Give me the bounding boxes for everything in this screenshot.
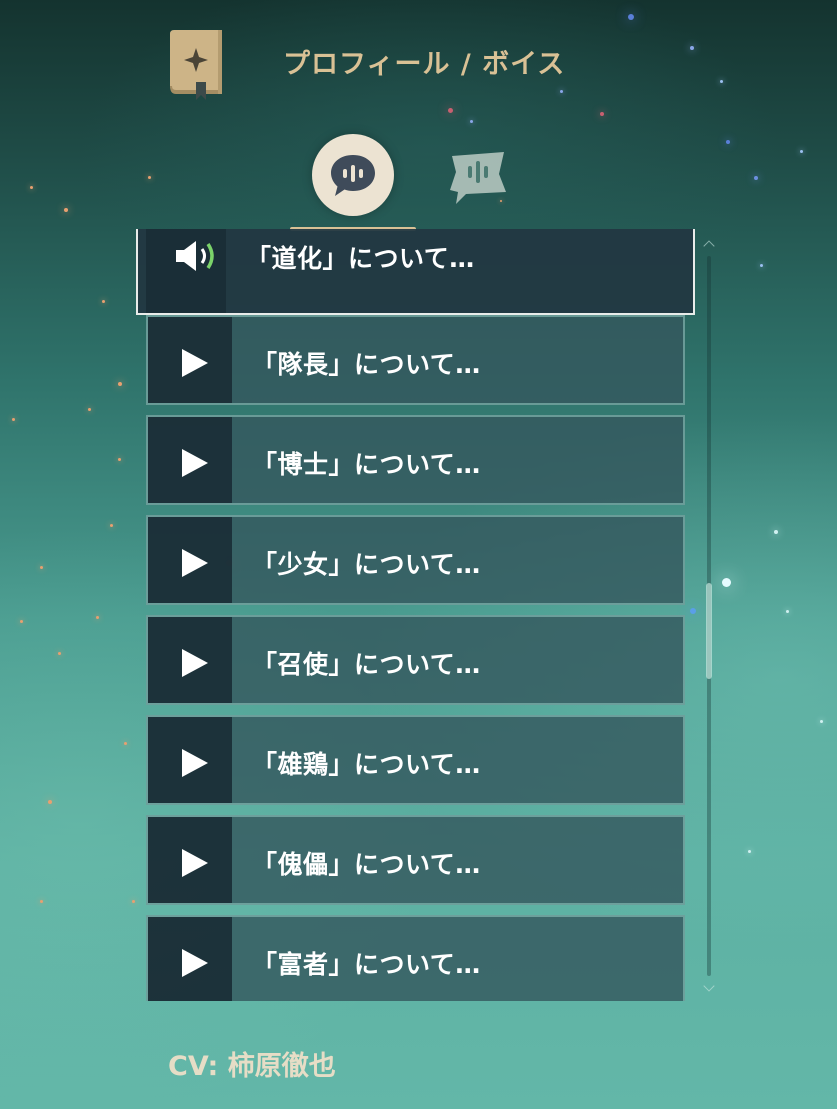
sparkle-dot	[132, 900, 135, 903]
sparkle-dot	[722, 578, 731, 587]
tab-story[interactable]	[446, 144, 512, 210]
sparkle-dot	[88, 408, 91, 411]
sparkle-dot	[690, 46, 694, 50]
voice-item-icon-box	[148, 317, 232, 403]
voice-item-label: 「隊長」について…	[252, 350, 481, 379]
sparkle-dot	[720, 80, 723, 83]
voice-item-fusha[interactable]: 「富者」について…	[146, 915, 685, 1001]
sparkle-dot	[600, 112, 604, 116]
speech-tag-waveform-icon	[446, 144, 512, 210]
sparkle-dot	[448, 108, 453, 113]
voice-item-meshitsukai[interactable]: 「召使」について…	[146, 615, 685, 705]
voice-item-icon-box	[148, 617, 232, 703]
voice-tabs	[290, 134, 530, 232]
voice-list: 「道化」について… 「隊長」について… 「博士」について… 「少女」について… …	[136, 229, 698, 1001]
scroll-down-icon[interactable]	[703, 980, 715, 992]
voice-item-hakase[interactable]: 「博士」について…	[146, 415, 685, 505]
scroll-up-icon[interactable]	[703, 240, 715, 252]
voice-item-icon-box	[148, 817, 232, 903]
play-icon[interactable]	[182, 749, 208, 777]
voice-item-shojo[interactable]: 「少女」について…	[146, 515, 685, 605]
sparkle-dot	[820, 720, 823, 723]
voice-item-icon-box	[146, 229, 226, 313]
play-icon[interactable]	[182, 649, 208, 677]
sparkle-dot	[124, 742, 127, 745]
sparkle-dot	[470, 120, 473, 123]
sparkle-dot	[40, 566, 43, 569]
voice-item-icon-box	[148, 717, 232, 803]
sparkle-dot	[786, 610, 789, 613]
speaker-icon	[174, 237, 230, 277]
tab-voice[interactable]	[310, 134, 396, 220]
page-header: プロフィール / ボイス	[166, 28, 626, 104]
play-icon[interactable]	[182, 449, 208, 477]
profile-book-icon	[166, 28, 226, 100]
sparkle-dot	[118, 458, 121, 461]
voice-list-scrollbar[interactable]	[699, 238, 719, 994]
voice-item-label: 「傀儡」について…	[252, 850, 481, 879]
sparkle-dot	[148, 176, 151, 179]
play-icon[interactable]	[182, 949, 208, 977]
play-icon[interactable]	[182, 349, 208, 377]
sparkle-dot	[760, 264, 763, 267]
voice-item-label: 「雄鶏」について…	[252, 750, 481, 779]
sparkle-dot	[48, 800, 52, 804]
sparkle-dot	[64, 208, 68, 212]
voice-item-kairai[interactable]: 「傀儡」について…	[146, 815, 685, 905]
sparkle-dot	[726, 140, 730, 144]
voice-item-icon-box	[148, 917, 232, 1001]
sparkle-dot	[40, 900, 43, 903]
speech-bubble-waveform-icon	[328, 152, 378, 200]
voice-item-label: 「召使」について…	[252, 650, 481, 679]
voice-item-label: 「少女」について…	[252, 550, 481, 579]
voice-actor-credit: CV: 柿原徹也	[168, 1051, 336, 1082]
voice-item-ondori[interactable]: 「雄鶏」について…	[146, 715, 685, 805]
sparkle-dot	[30, 186, 33, 189]
sparkle-dot	[800, 150, 803, 153]
sparkle-dot	[58, 652, 61, 655]
sparkle-dot	[628, 14, 634, 20]
voice-item-taicho[interactable]: 「隊長」について…	[146, 315, 685, 405]
sparkle-dot	[118, 382, 122, 386]
scroll-thumb[interactable]	[706, 583, 712, 679]
voice-item-icon-box	[148, 517, 232, 603]
sparkle-dot	[102, 300, 105, 303]
sparkle-dot	[774, 530, 778, 534]
play-icon[interactable]	[182, 549, 208, 577]
voice-item-icon-box	[148, 417, 232, 503]
voice-item-label: 「道化」について…	[246, 244, 475, 273]
sparkle-dot	[110, 524, 113, 527]
sparkle-dot	[754, 176, 758, 180]
voice-item-doke[interactable]: 「道化」について…	[136, 229, 695, 315]
sparkle-dot	[96, 616, 99, 619]
sparkle-dot	[12, 418, 15, 421]
play-icon[interactable]	[182, 849, 208, 877]
sparkle-dot	[748, 850, 751, 853]
voice-item-label: 「富者」について…	[252, 950, 481, 979]
page-title: プロフィール / ボイス	[283, 49, 566, 80]
sparkle-dot	[20, 620, 23, 623]
voice-item-label: 「博士」について…	[252, 450, 481, 479]
